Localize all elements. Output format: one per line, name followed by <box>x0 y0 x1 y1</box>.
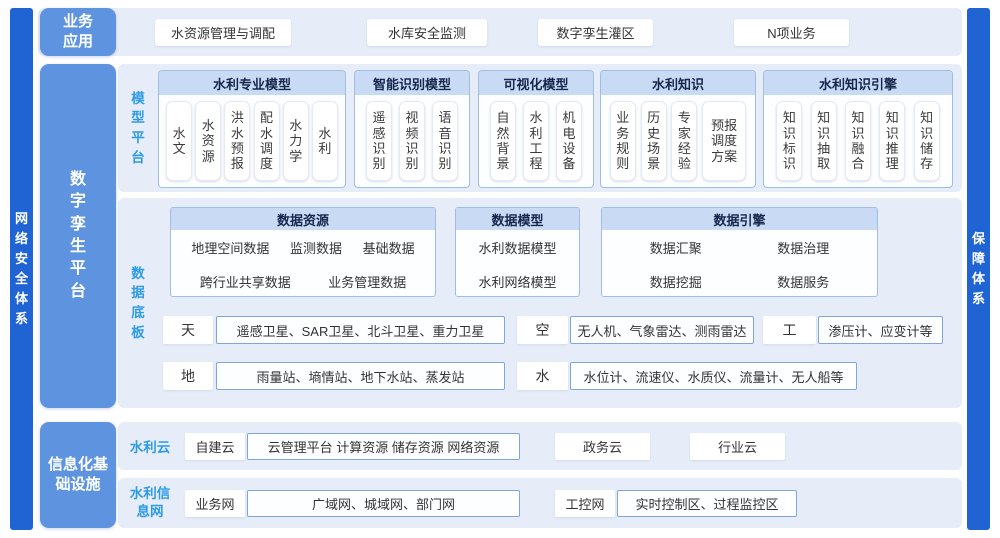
business-apps-title-box: 业务应用 <box>40 8 116 56</box>
model-group-title: 智能识别模型 <box>355 71 469 95</box>
model-chip: 水文 <box>166 101 192 181</box>
model-chip: 配水调度 <box>254 101 280 181</box>
app-chip-water-resource-dispatch: 水资源管理与调配 <box>155 19 291 46</box>
business-network-items-box: 广域网、城域网、部门网 <box>247 490 520 517</box>
model-chip: 自然背景 <box>490 101 516 181</box>
model-group-title: 水利知识引擎 <box>764 71 952 95</box>
model-group-title: 可视化模型 <box>479 71 593 95</box>
data-group-title: 数据引擎 <box>602 208 877 230</box>
data-row: 数据汇聚 数据治理 <box>602 230 877 264</box>
digital-twin-platform-label: 数字孪生平台 <box>69 169 87 303</box>
data-group-models: 数据模型 水利数据模型 水利网络模型 <box>455 207 580 297</box>
network-security-bar: 网络安全体系 <box>10 8 33 530</box>
sensing-label-air: 空 <box>517 316 568 344</box>
data-cell: 监测数据 <box>290 238 342 257</box>
model-chip: 专家经验 <box>671 101 697 181</box>
assurance-system-bar: 保障体系 <box>967 8 990 530</box>
infrastructure-title-box: 信息化基础设施 <box>40 422 116 528</box>
sensing-label-ground: 地 <box>163 362 213 390</box>
architecture-diagram: 网络安全体系 保障体系 业务应用 水资源管理与调配 水库安全监测 数字孪生灌区 … <box>0 0 1000 538</box>
model-chip: 知识融合 <box>845 101 871 181</box>
data-row: 地理空间数据 监测数据 基础数据 <box>171 230 435 264</box>
model-chip: 遥感识别 <box>366 101 392 181</box>
model-chip: 水力学 <box>283 101 309 181</box>
data-cell: 业务管理数据 <box>328 272 406 291</box>
model-group-body: 遥感识别 视频识别 语音识别 <box>355 95 469 187</box>
data-group-engine: 数据引擎 数据汇聚 数据治理 数据挖掘 数据服务 <box>601 207 878 297</box>
network-security-label: 网络安全体系 <box>14 209 28 330</box>
model-chip: 预报调度方案 <box>702 101 746 181</box>
info-network-label: 水利信息网 <box>124 478 176 528</box>
self-built-cloud-box: 自建云 <box>185 433 245 460</box>
model-group-body: 知识标识 知识抽取 知识融合 知识推理 知识储存 <box>764 95 952 187</box>
model-group-title: 水利专业模型 <box>159 71 345 95</box>
digital-twin-platform-bar: 数字孪生平台 <box>40 64 116 408</box>
data-cell: 跨行业共享数据 <box>200 272 291 291</box>
data-row: 数据挖掘 数据服务 <box>602 264 877 297</box>
sensing-value-sky: 遥感卫星、SAR卫星、北斗卫星、重力卫星 <box>216 316 505 344</box>
model-chip: 业务规则 <box>610 101 636 181</box>
model-group-visualization: 可视化模型 自然背景 水利工程 机电设备 <box>478 70 594 188</box>
data-row: 跨行业共享数据 业务管理数据 <box>171 264 435 297</box>
app-chip-n-services: N项业务 <box>734 19 849 46</box>
infrastructure-title: 信息化基础设施 <box>46 455 111 496</box>
business-apps-title: 业务应用 <box>62 12 94 53</box>
model-chip: 机电设备 <box>556 101 582 181</box>
model-chip: 视频识别 <box>399 101 425 181</box>
data-group-resources: 数据资源 地理空间数据 监测数据 基础数据 跨行业共享数据 业务管理数据 <box>170 207 436 297</box>
model-chip: 知识推理 <box>879 101 905 181</box>
model-group-water-knowledge: 水利知识 业务规则 历史场景 专家经验 预报调度方案 <box>600 70 756 188</box>
model-group-title: 水利知识 <box>601 71 755 95</box>
model-chip: 语音识别 <box>432 101 458 181</box>
data-group-title: 数据资源 <box>171 208 435 230</box>
model-group-body: 水文 水资源 洪水预报 配水调度 水力学 水利 <box>159 95 345 187</box>
data-cell: 数据治理 <box>777 238 829 257</box>
industry-cloud-box: 行业云 <box>690 433 785 460</box>
data-row: 水利网络模型 <box>456 264 579 297</box>
government-cloud-box: 政务云 <box>555 433 650 460</box>
data-cell: 数据挖掘 <box>650 272 702 291</box>
sensing-label-water: 水 <box>517 362 568 390</box>
model-group-knowledge-engine: 水利知识引擎 知识标识 知识抽取 知识融合 知识推理 知识储存 <box>763 70 953 188</box>
sensing-value-ground: 雨量站、墒情站、地下水站、蒸发站 <box>216 362 505 390</box>
app-chip-reservoir-safety: 水库安全监测 <box>367 19 487 46</box>
model-chip: 知识抽取 <box>811 101 837 181</box>
water-cloud-label: 水利云 <box>124 422 176 470</box>
sensing-value-water: 水位计、流速仪、水质仪、流量计、无人船等 <box>570 362 857 390</box>
model-chip: 洪水预报 <box>224 101 250 181</box>
data-cell: 数据汇聚 <box>650 238 702 257</box>
model-chip: 水资源 <box>195 101 221 181</box>
sensing-value-air: 无人机、气象雷达、测雨雷达 <box>570 316 754 344</box>
business-network-box: 业务网 <box>185 490 245 517</box>
assurance-system-label: 保障体系 <box>971 229 985 310</box>
data-board-section-label: 数据底板 <box>120 198 156 408</box>
data-cell: 数据服务 <box>777 272 829 291</box>
data-row: 水利数据模型 <box>456 230 579 264</box>
sensing-label-sky: 天 <box>163 316 213 344</box>
model-platform-section-label: 模型平台 <box>120 64 156 192</box>
model-chip: 水利 <box>312 101 338 181</box>
model-group-intelligent-recognition: 智能识别模型 遥感识别 视频识别 语音识别 <box>354 70 470 188</box>
model-chip: 历史场景 <box>641 101 667 181</box>
data-cell: 地理空间数据 <box>191 238 269 257</box>
model-chip: 知识标识 <box>776 101 802 181</box>
data-cell: 基础数据 <box>363 238 415 257</box>
industrial-control-network-box: 工控网 <box>555 490 615 517</box>
model-group-body: 业务规则 历史场景 专家经验 预报调度方案 <box>601 95 755 187</box>
sensing-value-engineering: 渗压计、应变计等 <box>818 316 943 344</box>
model-group-body: 自然背景 水利工程 机电设备 <box>479 95 593 187</box>
sensing-label-engineering: 工 <box>763 316 816 344</box>
model-group-hydraulic-pro: 水利专业模型 水文 水资源 洪水预报 配水调度 水力学 水利 <box>158 70 346 188</box>
model-chip: 知识储存 <box>914 101 940 181</box>
self-built-cloud-items-box: 云管理平台 计算资源 储存资源 网络资源 <box>247 433 520 460</box>
data-group-title: 数据模型 <box>456 208 579 230</box>
model-chip: 水利工程 <box>523 101 549 181</box>
industrial-control-network-items-box: 实时控制区、过程监控区 <box>617 490 797 517</box>
data-cell: 水利数据模型 <box>478 238 556 257</box>
data-cell: 水利网络模型 <box>478 272 556 291</box>
app-chip-digital-twin-irrigation: 数字孪生灌区 <box>538 19 653 46</box>
